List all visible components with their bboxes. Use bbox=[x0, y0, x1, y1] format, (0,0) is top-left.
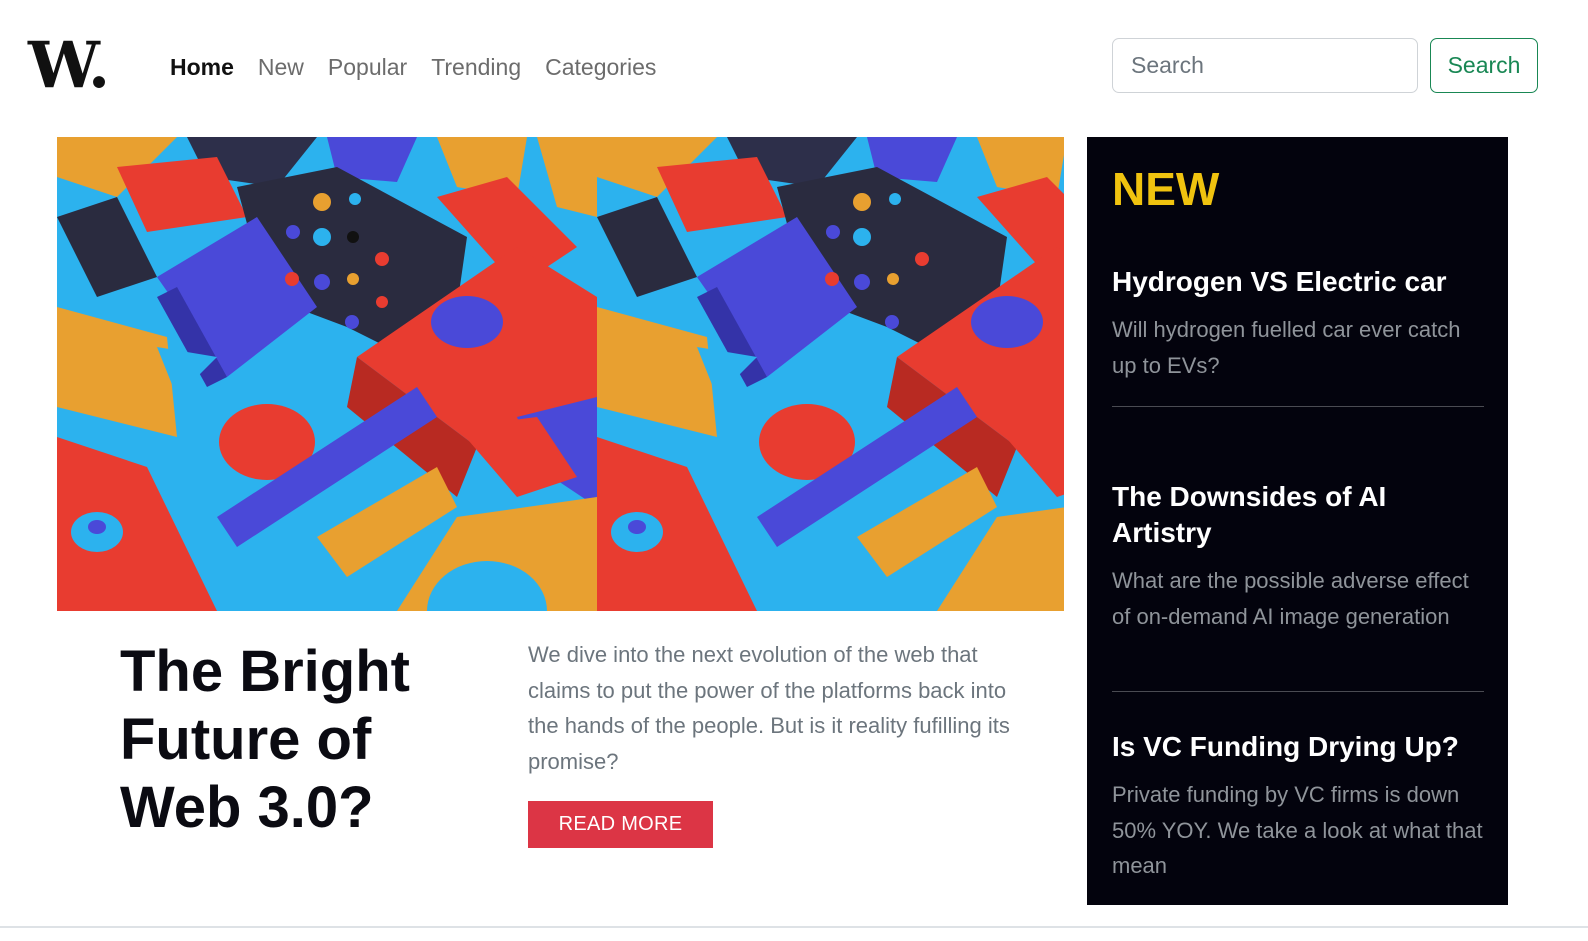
article-divider bbox=[1112, 406, 1484, 407]
side-article-vc-funding[interactable]: Is VC Funding Drying Up? Private funding… bbox=[1112, 729, 1484, 884]
side-article-title[interactable]: Hydrogen VS Electric car bbox=[1112, 264, 1484, 300]
nav-link-popular[interactable]: Popular bbox=[328, 48, 407, 86]
hero-image bbox=[57, 137, 1064, 611]
nav-link-new[interactable]: New bbox=[258, 48, 304, 86]
nav-link-home[interactable]: Home bbox=[170, 48, 234, 86]
side-article-ai-artistry[interactable]: The Downsides of AI Artistry What are th… bbox=[1112, 479, 1484, 634]
article-divider bbox=[1112, 691, 1484, 692]
abstract-shapes-panel-left bbox=[57, 137, 597, 611]
site-logo[interactable]: W. bbox=[28, 28, 110, 104]
side-article-title[interactable]: Is VC Funding Drying Up? bbox=[1112, 729, 1484, 765]
nav-link-categories[interactable]: Categories bbox=[545, 48, 656, 86]
new-articles-sidebar: NEW Hydrogen VS Electric car Will hydrog… bbox=[1087, 137, 1508, 905]
main-nav: Home New Popular Trending Categories bbox=[170, 48, 656, 86]
abstract-shapes-panel-right bbox=[597, 137, 1064, 611]
side-article-summary: What are the possible adverse effect of … bbox=[1112, 568, 1469, 629]
search-button[interactable]: Search bbox=[1430, 38, 1538, 93]
search-input[interactable] bbox=[1112, 38, 1418, 93]
side-article-summary: Private funding by VC firms is down 50% … bbox=[1112, 782, 1483, 878]
sidebar-heading: NEW bbox=[1112, 163, 1220, 215]
read-more-button[interactable]: READ MORE bbox=[528, 801, 713, 848]
side-article-title[interactable]: The Downsides of AI Artistry bbox=[1112, 479, 1484, 551]
hero-description: We dive into the next evolution of the w… bbox=[528, 642, 1010, 774]
navbar: W. Home New Popular Trending Categories … bbox=[0, 0, 1588, 130]
side-article-summary: Will hydrogen fuelled car ever catch up … bbox=[1112, 317, 1461, 378]
hero-title: The Bright Future of Web 3.0? bbox=[120, 639, 410, 840]
nav-link-trending[interactable]: Trending bbox=[431, 48, 521, 86]
page-divider bbox=[0, 926, 1588, 928]
side-article-hydrogen[interactable]: Hydrogen VS Electric car Will hydrogen f… bbox=[1112, 264, 1484, 383]
